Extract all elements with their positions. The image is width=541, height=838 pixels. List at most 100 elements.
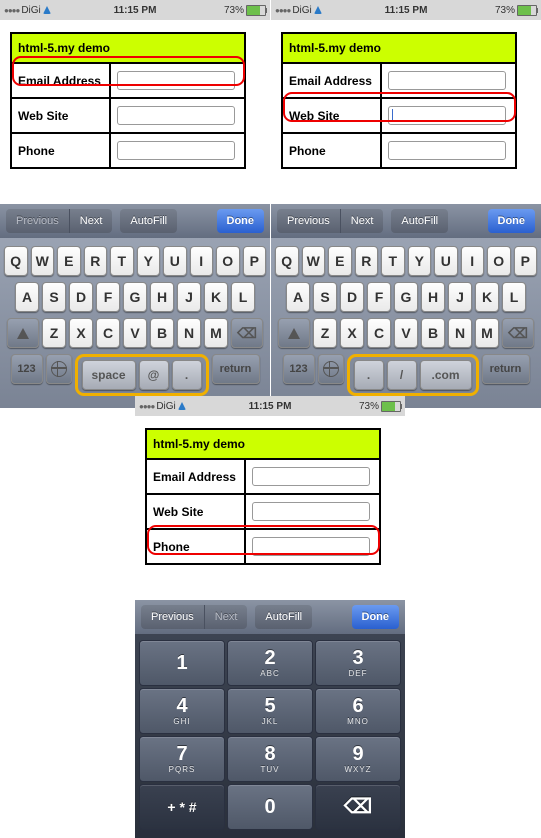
- autofill-button[interactable]: AutoFill: [391, 209, 448, 233]
- next-button[interactable]: Next: [341, 209, 384, 233]
- email-input[interactable]: [252, 467, 370, 486]
- key-symbols[interactable]: + * #: [139, 784, 225, 830]
- url-input[interactable]: [388, 106, 506, 125]
- numbers-key[interactable]: 123: [11, 354, 43, 384]
- key-h[interactable]: H: [421, 282, 445, 312]
- key-p[interactable]: P: [514, 246, 538, 276]
- key-y[interactable]: Y: [137, 246, 161, 276]
- globe-key[interactable]: [318, 354, 344, 384]
- return-key[interactable]: return: [212, 354, 260, 384]
- key-4[interactable]: 4GHI: [139, 688, 225, 734]
- return-key[interactable]: return: [482, 354, 530, 384]
- key-8[interactable]: 8TUV: [227, 736, 313, 782]
- prev-button[interactable]: Previous: [277, 209, 341, 233]
- done-button[interactable]: Done: [488, 209, 536, 233]
- at-key[interactable]: @: [139, 360, 169, 390]
- key-v[interactable]: V: [394, 318, 418, 348]
- key-z[interactable]: Z: [42, 318, 66, 348]
- key-s[interactable]: S: [313, 282, 337, 312]
- key-n[interactable]: N: [448, 318, 472, 348]
- key-b[interactable]: B: [150, 318, 174, 348]
- key-q[interactable]: Q: [4, 246, 28, 276]
- key-6[interactable]: 6MNO: [315, 688, 401, 734]
- email-input[interactable]: [388, 71, 506, 90]
- key-d[interactable]: D: [340, 282, 364, 312]
- key-k[interactable]: K: [204, 282, 228, 312]
- key-m[interactable]: M: [475, 318, 499, 348]
- globe-key[interactable]: [46, 354, 72, 384]
- key-9[interactable]: 9WXYZ: [315, 736, 401, 782]
- key-i[interactable]: I: [190, 246, 214, 276]
- shift-key[interactable]: [7, 318, 39, 348]
- phone-input[interactable]: [117, 141, 235, 160]
- key-m[interactable]: M: [204, 318, 228, 348]
- key-3[interactable]: 3DEF: [315, 640, 401, 686]
- url-input[interactable]: [117, 106, 235, 125]
- key-a[interactable]: A: [15, 282, 39, 312]
- dot-key[interactable]: .: [354, 360, 384, 390]
- dotcom-key[interactable]: .com: [420, 360, 472, 390]
- next-button[interactable]: Next: [205, 605, 248, 629]
- key-7[interactable]: 7PQRS: [139, 736, 225, 782]
- key-r[interactable]: R: [355, 246, 379, 276]
- key-t[interactable]: T: [110, 246, 134, 276]
- done-button[interactable]: Done: [352, 605, 400, 629]
- slash-key[interactable]: /: [387, 360, 417, 390]
- key-o[interactable]: O: [216, 246, 240, 276]
- key-w[interactable]: W: [31, 246, 55, 276]
- key-f[interactable]: F: [96, 282, 120, 312]
- phone-input[interactable]: [252, 537, 370, 556]
- key-w[interactable]: W: [302, 246, 326, 276]
- autofill-button[interactable]: AutoFill: [255, 605, 312, 629]
- key-d[interactable]: D: [69, 282, 93, 312]
- url-input[interactable]: [252, 502, 370, 521]
- key-0[interactable]: 0: [227, 784, 313, 830]
- backspace-key[interactable]: ⌫: [502, 318, 534, 348]
- shift-key[interactable]: [278, 318, 310, 348]
- numbers-key[interactable]: 123: [283, 354, 315, 384]
- key-r[interactable]: R: [84, 246, 108, 276]
- dot-key[interactable]: .: [172, 360, 202, 390]
- key-e[interactable]: E: [57, 246, 81, 276]
- key-2[interactable]: 2ABC: [227, 640, 313, 686]
- key-5[interactable]: 5JKL: [227, 688, 313, 734]
- next-button[interactable]: Next: [70, 209, 113, 233]
- key-t[interactable]: T: [381, 246, 405, 276]
- space-key[interactable]: space: [82, 360, 136, 390]
- key-y[interactable]: Y: [408, 246, 432, 276]
- key-1[interactable]: 1: [139, 640, 225, 686]
- prev-button[interactable]: Previous: [141, 605, 205, 629]
- key-e[interactable]: E: [328, 246, 352, 276]
- done-button[interactable]: Done: [217, 209, 265, 233]
- key-f[interactable]: F: [367, 282, 391, 312]
- autofill-button[interactable]: AutoFill: [120, 209, 177, 233]
- key-h[interactable]: H: [150, 282, 174, 312]
- key-g[interactable]: G: [394, 282, 418, 312]
- key-l[interactable]: L: [502, 282, 526, 312]
- key-b[interactable]: B: [421, 318, 445, 348]
- key-x[interactable]: X: [69, 318, 93, 348]
- backspace-key[interactable]: ⌫: [231, 318, 263, 348]
- key-c[interactable]: C: [367, 318, 391, 348]
- key-i[interactable]: I: [461, 246, 485, 276]
- email-input[interactable]: [117, 71, 235, 90]
- key-l[interactable]: L: [231, 282, 255, 312]
- key-n[interactable]: N: [177, 318, 201, 348]
- key-u[interactable]: U: [163, 246, 187, 276]
- key-k[interactable]: K: [475, 282, 499, 312]
- phone-input[interactable]: [388, 141, 506, 160]
- prev-button[interactable]: Previous: [6, 209, 70, 233]
- key-q[interactable]: Q: [275, 246, 299, 276]
- key-g[interactable]: G: [123, 282, 147, 312]
- key-p[interactable]: P: [243, 246, 267, 276]
- key-z[interactable]: Z: [313, 318, 337, 348]
- key-o[interactable]: O: [487, 246, 511, 276]
- key-j[interactable]: J: [177, 282, 201, 312]
- key-a[interactable]: A: [286, 282, 310, 312]
- key-s[interactable]: S: [42, 282, 66, 312]
- key-j[interactable]: J: [448, 282, 472, 312]
- key-backspace[interactable]: ⌫: [315, 784, 401, 830]
- key-v[interactable]: V: [123, 318, 147, 348]
- key-u[interactable]: U: [434, 246, 458, 276]
- key-x[interactable]: X: [340, 318, 364, 348]
